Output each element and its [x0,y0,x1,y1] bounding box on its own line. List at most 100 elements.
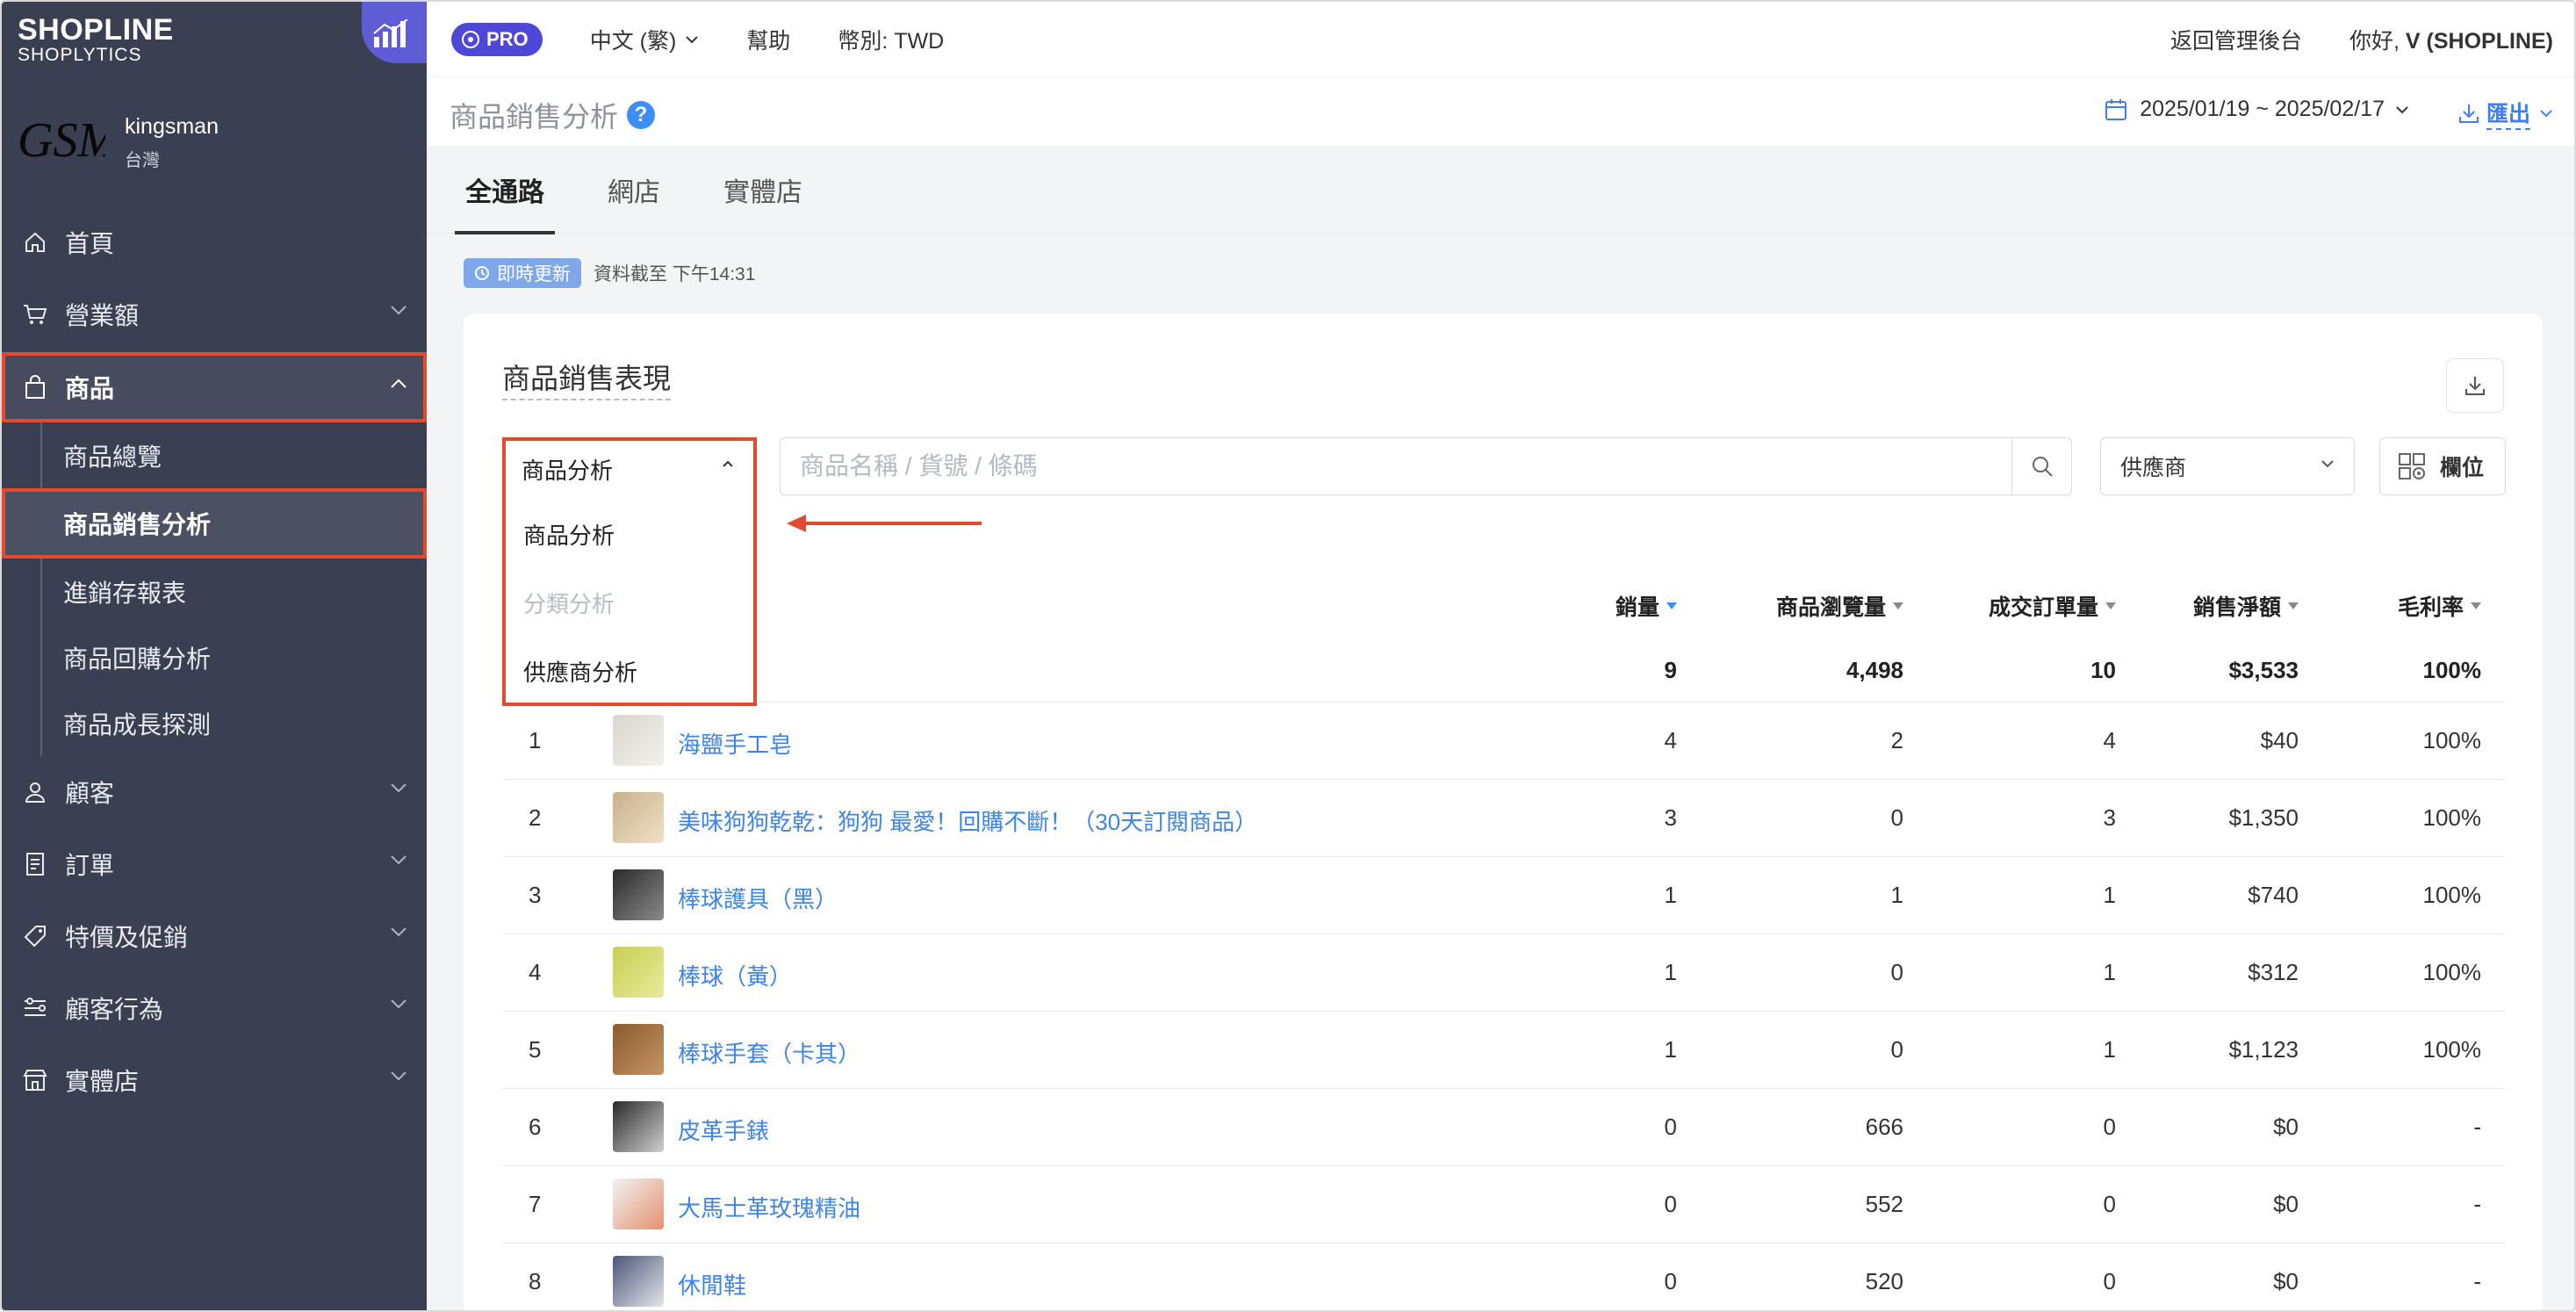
product-name-link[interactable]: 棒球手套（卡其） [678,1036,860,1069]
sidebar-subitem-sales-analysis[interactable]: 商品銷售分析 [2,488,427,559]
total-margin: 100% [2422,657,2482,683]
col-header-margin[interactable]: 毛利率 [2398,590,2481,622]
home-icon [23,230,47,255]
download-icon [2458,105,2479,123]
behavior-icon [23,996,47,1020]
sidebar-item-customer-behavior[interactable]: 顧客行為 [2,972,427,1044]
help-link[interactable]: 幫助 [746,24,790,55]
sidebar-item-label: 實體店 [65,1068,140,1095]
chevron-down-icon [2540,110,2552,118]
col-header-sales[interactable]: 銷量 [1615,590,1677,622]
store-switcher[interactable]: GSM kingsman 台灣 [2,100,427,179]
top-bar: PRO 中文 (繁) 幫助 幣別: TWD 返回管理後台 你好, V (SHOP… [427,2,2574,77]
cell-orders: 1 [2103,959,2116,985]
back-to-admin-link[interactable]: 返回管理後台 [2170,24,2302,55]
cell-views: 0 [1890,959,1903,985]
store-name: kingsman [125,114,219,139]
help-icon[interactable]: ? [627,101,656,129]
language-select[interactable]: 中文 (繁) [590,24,700,55]
sidebar-subitem-overview[interactable]: 商品總覽 [2,422,427,488]
sidebar-subitem-repurchase[interactable]: 商品回購分析 [2,624,427,690]
sidebar-item-orders[interactable]: 訂單 [2,828,427,900]
cell-orders: 0 [2103,1114,2116,1140]
row-index: 6 [529,1114,542,1140]
sidebar-item-products[interactable]: 商品 [2,352,427,422]
tab-retail-store[interactable]: 實體店 [723,146,802,234]
clock-icon [475,266,489,280]
store-icon [23,1068,47,1092]
search-button[interactable] [2011,438,2071,494]
product-name-link[interactable]: 棒球護具（黑） [678,882,838,914]
chevron-down-icon [391,999,407,1009]
sidebar-item-promotions[interactable]: 特價及促銷 [2,900,427,972]
date-range-picker[interactable]: 2025/01/19 ~ 2025/02/17 [2105,97,2409,122]
sidebar-item-retail-store[interactable]: 實體店 [2,1044,427,1116]
channel-tabs: 全通路 網店 實體店 [427,146,2574,234]
user-icon [23,780,47,804]
tab-all-channels[interactable]: 全通路 [455,146,555,234]
cell-views: 0 [1890,1036,1903,1063]
product-name-link[interactable]: 美味狗狗乾乾：狗狗 最愛！回購不斷！（30天訂閱商品） [678,804,1257,837]
columns-button[interactable]: 欄位 [2379,437,2506,495]
table-row: 8 休閒鞋 0 520 0 $0 - [502,1244,2506,1310]
cell-views: 1 [1890,882,1903,908]
cell-net-sales: $740 [2248,882,2299,908]
sidebar-subitem-inventory-report[interactable]: 進銷存報表 [2,559,427,624]
product-name-link[interactable]: 棒球（黃） [678,959,792,991]
col-header-label: 銷量 [1615,595,1659,620]
total-net-sales: $3,533 [2228,657,2299,683]
option-supplier-analysis[interactable]: 供應商分析 [523,655,637,688]
page-header: 商品銷售分析 ? 2025/01/19 ~ 2025/02/17 匯出 [427,77,2574,146]
sidebar-item-home[interactable]: 首頁 [2,206,427,278]
sidebar-item-revenue[interactable]: 營業額 [2,278,427,350]
bag-icon [23,375,47,400]
row-index: 2 [529,804,542,831]
date-range-text: 2025/01/19 ~ 2025/02/17 [2140,97,2385,121]
cell-views: 0 [1890,804,1903,831]
col-header-orders[interactable]: 成交訂單量 [1989,590,2116,622]
document-icon [23,852,47,876]
col-header-net-sales[interactable]: 銷售淨額 [2193,590,2299,622]
pro-label: PRO [486,27,529,50]
product-name-link[interactable]: 皮革手錶 [678,1114,769,1146]
product-name-link[interactable]: 大馬士革玫瑰精油 [678,1191,860,1223]
option-category-analysis: 分類分析 [523,591,615,617]
language-label: 中文 (繁) [589,28,677,54]
table-row: 6 皮革手錶 0 666 0 $0 - [502,1089,2506,1166]
user-menu[interactable]: 你好, V (SHOPLINE) [2349,24,2553,55]
cell-net-sales: $1,350 [2228,804,2299,831]
product-name-link[interactable]: 休閒鞋 [678,1268,746,1301]
download-button[interactable] [2446,358,2504,413]
supplier-select[interactable]: 供應商 [2100,437,2355,495]
chevron-down-icon [391,1071,407,1081]
tab-online-store[interactable]: 網店 [608,146,660,234]
export-button[interactable]: 匯出 [2458,97,2553,130]
realtime-badge: 即時更新 [464,258,581,288]
analytics-badge[interactable] [362,2,427,63]
brand-name: SHOPLINE [18,13,174,47]
sort-desc-icon [1666,602,1677,609]
chevron-down-icon [391,855,407,865]
row-index: 5 [529,1036,542,1063]
realtime-badge-label: 即時更新 [497,264,571,285]
page-title-text: 商品銷售分析 [450,101,619,133]
cell-sales: 1 [1664,1036,1677,1063]
brand-logo[interactable]: SHOPLINE SHOPLYTICS [18,14,174,65]
chevron-up-icon [723,460,733,467]
cell-net-sales: $0 [2273,1114,2299,1140]
realtime-status: 即時更新 資料截至 下午14:31 [464,258,755,288]
analysis-type-dropdown[interactable]: 商品分析 商品分析 分類分析 供應商分析 [502,437,757,706]
table-row: 2 美味狗狗乾乾：狗狗 最愛！回購不斷！（30天訂閱商品） 3 0 3 $1,350 100… [502,780,2506,857]
table-row: 3 棒球護具（黑） 1 1 1 $740 100% [502,857,2506,934]
table-row: 5 棒球手套（卡其） 1 0 1 $1,123 100% [502,1012,2506,1089]
cell-margin: - [2473,1191,2481,1217]
pro-badge[interactable]: PRO [451,22,543,56]
table-total-row: 9 4,498 10 $3,533 100% [502,636,2506,703]
sidebar-subitem-growth[interactable]: 商品成長探測 [2,690,427,756]
col-header-views[interactable]: 商品瀏覽量 [1776,590,1903,622]
sidebar-item-customers[interactable]: 顧客 [2,756,427,828]
top-right: 返回管理後台 你好, V (SHOPLINE) [2170,2,2553,77]
search-input[interactable] [800,451,1941,482]
product-name-link[interactable]: 海鹽手工皂 [678,727,792,760]
option-product-analysis[interactable]: 商品分析 [523,518,615,551]
